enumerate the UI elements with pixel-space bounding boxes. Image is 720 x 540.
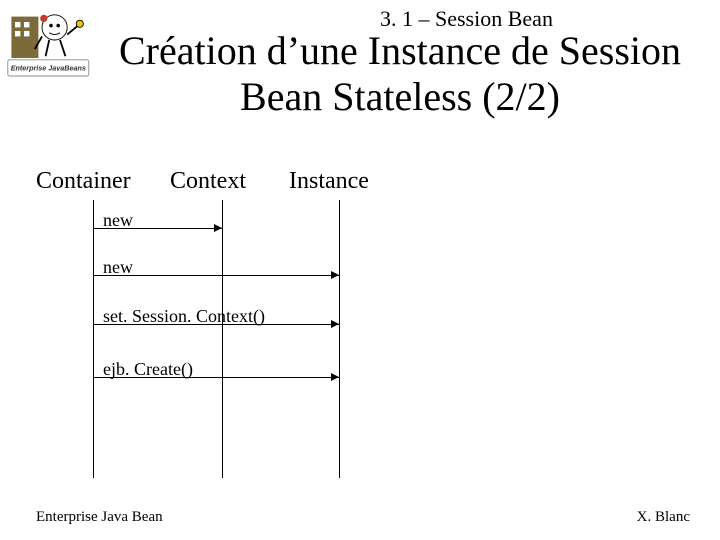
- lifeline-header-instance: Instance: [289, 168, 369, 195]
- lifeline-instance: [339, 200, 340, 478]
- svg-text:Enterprise JavaBeans: Enterprise JavaBeans: [11, 64, 86, 73]
- lifeline-header-container: Container: [36, 168, 131, 195]
- lifeline-header-context: Context: [170, 168, 246, 195]
- footer-left: Enterprise Java Bean: [36, 509, 163, 526]
- lifeline-container: [93, 200, 94, 478]
- lifeline-context: [222, 200, 223, 478]
- ejb-logo: Enterprise JavaBeans: [6, 4, 96, 94]
- page-title: Création d’une Instance de Session Bean …: [100, 28, 700, 120]
- footer-right: X. Blanc: [637, 509, 690, 526]
